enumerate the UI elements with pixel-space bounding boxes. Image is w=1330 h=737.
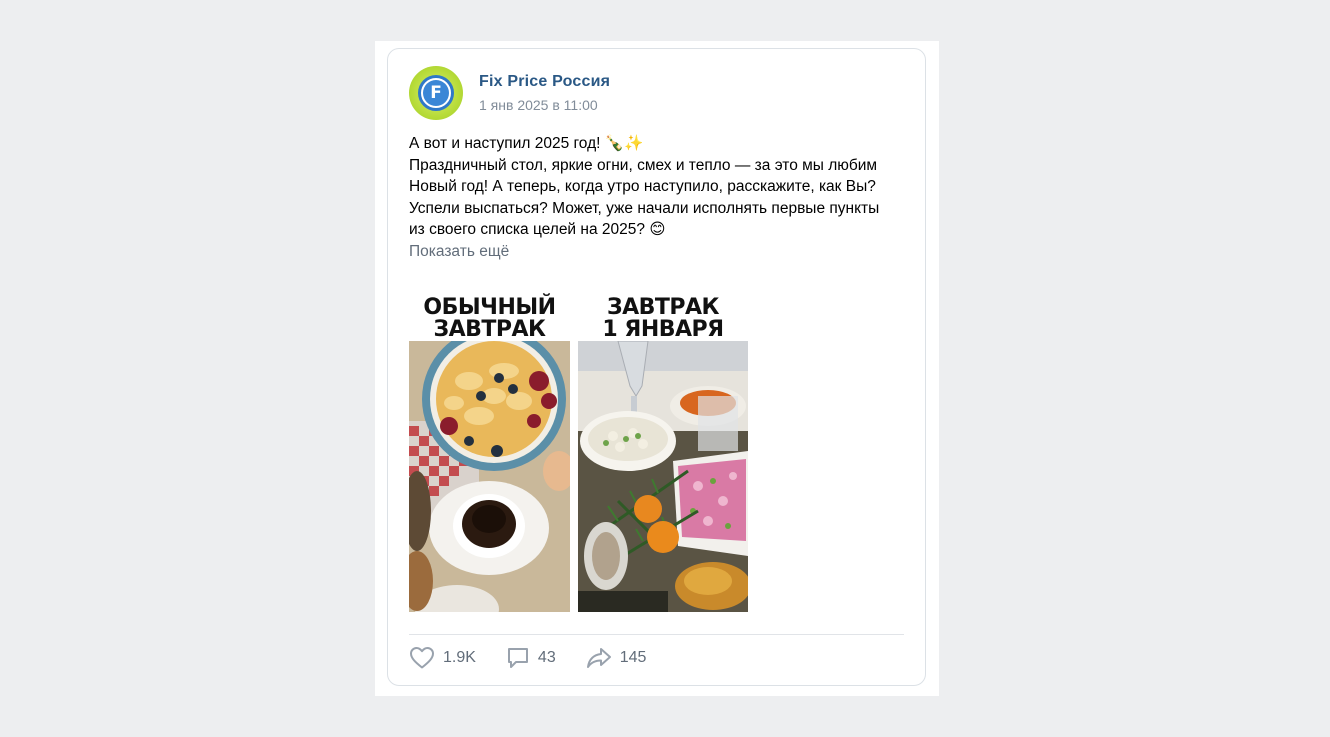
actions-divider — [409, 634, 904, 635]
avatar-logo: F — [423, 80, 449, 106]
post-text-line: из своего списка целей на 2025? 😊 — [409, 221, 666, 239]
post-actions: 1.9K 43 145 — [409, 646, 676, 670]
share-count: 145 — [619, 649, 647, 666]
post-frame: F Fix Price Россия 1 янв 2025 в 11:00 А … — [375, 41, 939, 696]
image-title: ОБЫЧНЫЙ ЗАВТРАК — [409, 289, 570, 341]
heart-icon — [410, 647, 434, 669]
post-text-line: А вот и наступил 2025 год! 🍾✨ — [409, 135, 644, 152]
post-text-line: Праздничный стол, яркие огни, смех и теп… — [409, 156, 878, 174]
post-meta: Fix Price Россия 1 янв 2025 в 11:00 — [479, 73, 610, 113]
post-date[interactable]: 1 янв 2025 в 11:00 — [479, 97, 610, 113]
image-title-line: ЗАВТРАК — [433, 317, 546, 342]
like-button[interactable]: 1.9K — [409, 646, 476, 670]
comment-button[interactable]: 43 — [506, 646, 556, 670]
image-ordinary-breakfast[interactable]: ОБЫЧНЫЙ ЗАВТРАК — [409, 289, 570, 612]
post-text-line: Успели выспаться? Может, уже начали испо… — [409, 199, 880, 217]
post-header: F Fix Price Россия 1 янв 2025 в 11:00 — [409, 65, 610, 121]
share-button[interactable]: 145 — [586, 646, 647, 670]
show-more-link[interactable]: Показать ещё — [409, 241, 909, 263]
image-title: ЗАВТРАК 1 ЯНВАРЯ — [578, 289, 748, 341]
author-name[interactable]: Fix Price Россия — [479, 73, 610, 91]
post-images: ОБЫЧНЫЙ ЗАВТРАК ЗАВТРАК 1 ЯНВАРЯ — [409, 289, 748, 612]
comment-count: 43 — [537, 649, 556, 666]
avatar[interactable]: F — [409, 66, 463, 120]
image-title-line: 1 ЯНВАРЯ — [602, 317, 724, 342]
image-title-line: ЗАВТРАК — [606, 295, 720, 320]
festive-table-photo — [578, 341, 748, 612]
comment-icon — [507, 648, 528, 668]
image-new-year-breakfast[interactable]: ЗАВТРАК 1 ЯНВАРЯ — [578, 289, 748, 612]
breakfast-photo — [409, 341, 570, 612]
share-icon — [586, 648, 611, 668]
like-count: 1.9K — [443, 649, 476, 666]
post-card: F Fix Price Россия 1 янв 2025 в 11:00 А … — [387, 48, 926, 686]
post-text-line: Новый год! А теперь, когда утро наступил… — [409, 178, 876, 196]
image-title-line: ОБЫЧНЫЙ — [423, 295, 556, 320]
post-text: А вот и наступил 2025 год! 🍾✨ Праздничны… — [409, 133, 909, 263]
